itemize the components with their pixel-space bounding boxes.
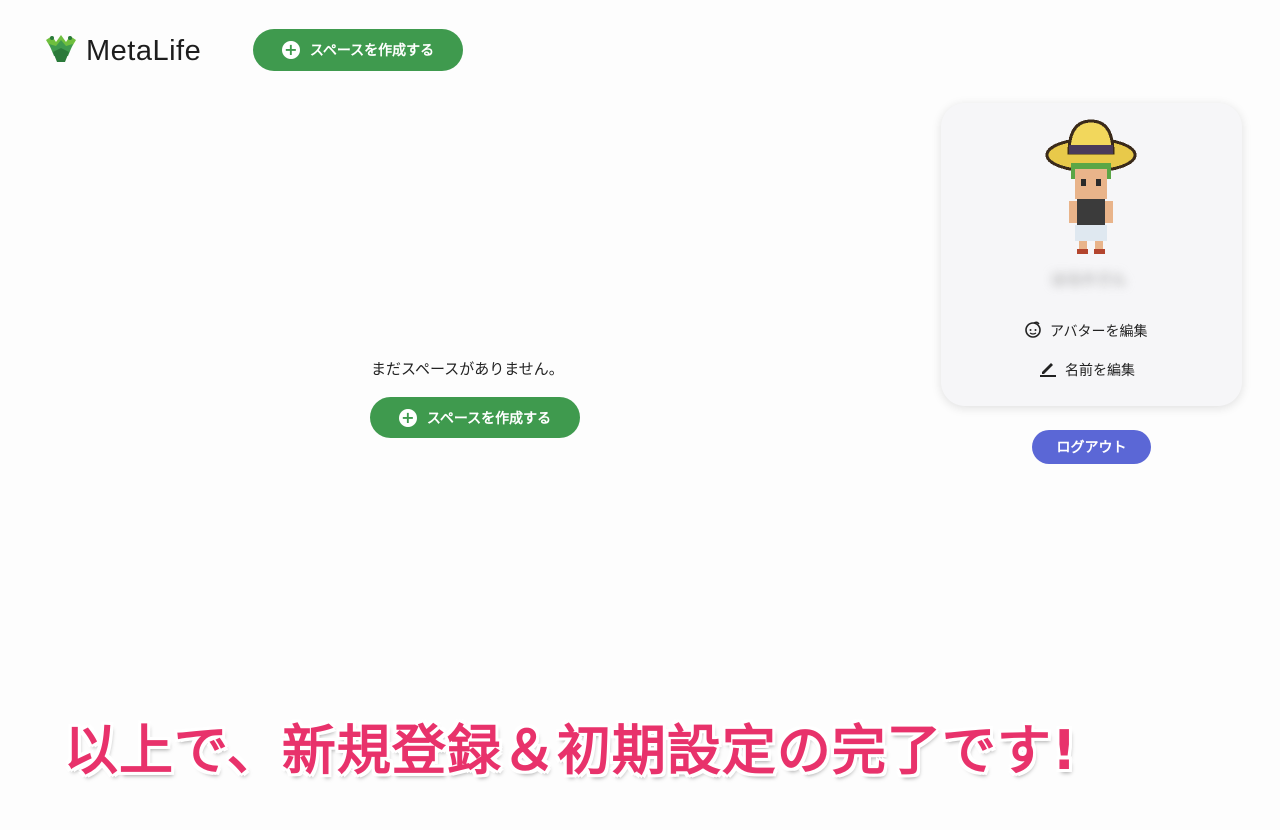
plus-circle-icon: + <box>281 41 300 59</box>
avatar <box>1045 113 1137 259</box>
create-space-label: スペースを作成する <box>309 43 435 59</box>
metalife-logo-icon <box>44 34 78 68</box>
brand-name: MetaLife <box>86 34 202 67</box>
edit-name-button[interactable]: 名前を編集 <box>1039 359 1135 381</box>
profile-card: はるかさん アバターを編集 名前を編集 <box>941 103 1242 406</box>
logout-button[interactable]: ログアウト <box>1032 430 1151 464</box>
create-space-label: スペースを作成する <box>426 410 552 427</box>
caption-overlay: 以上で、新規登録＆初期設定の完了です! <box>64 719 1078 782</box>
metalife-logo[interactable]: MetaLife <box>44 34 201 68</box>
plus-circle-icon: + <box>398 408 417 427</box>
edit-avatar-button[interactable]: アバターを編集 <box>1024 320 1147 342</box>
edit-name-label: 名前を編集 <box>1065 363 1135 379</box>
username: はるかさん <box>1051 270 1127 288</box>
edit-avatar-label: アバターを編集 <box>1050 324 1148 340</box>
pencil-icon <box>1039 359 1057 381</box>
create-space-button[interactable]: + スペースを作成する <box>370 397 580 438</box>
create-space-button-header[interactable]: + スペースを作成する <box>253 29 463 71</box>
face-icon <box>1024 320 1042 342</box>
empty-spaces-message: まだスペースがありません。 <box>371 360 564 378</box>
